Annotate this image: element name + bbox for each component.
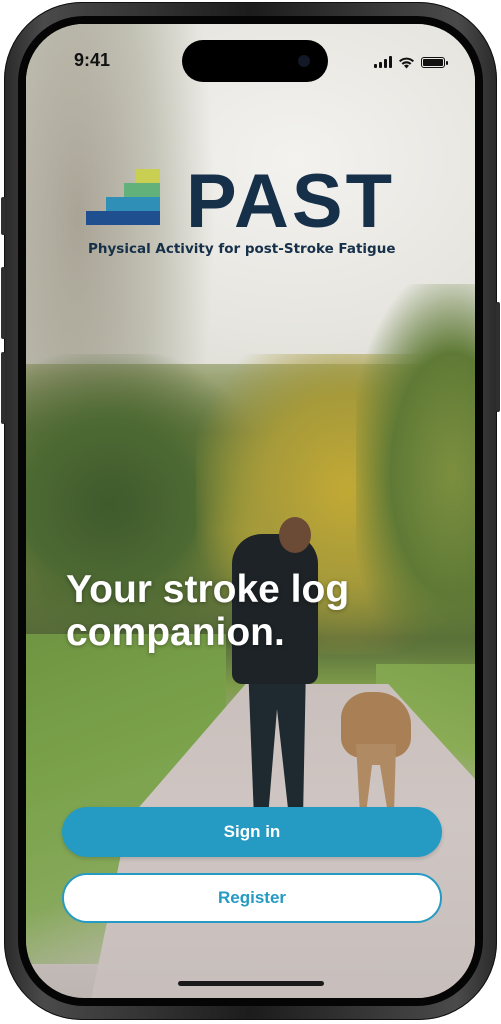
- home-indicator[interactable]: [178, 981, 324, 986]
- status-icons: [374, 54, 448, 70]
- logo-bars-icon: [86, 169, 160, 225]
- status-time: 9:41: [74, 50, 111, 70]
- background-person-head: [279, 517, 311, 553]
- phone-frame: 9:41 PAST Physical Activity for post-Str…: [1, 2, 500, 1020]
- screen-bezel: 9:41 PAST Physical Activity for post-Str…: [18, 16, 483, 1006]
- volume-up-button: [1, 267, 5, 339]
- battery-icon: [421, 56, 448, 68]
- front-camera-icon: [298, 55, 310, 67]
- app-screen: 9:41 PAST Physical Activity for post-Str…: [26, 24, 475, 998]
- wifi-icon: [399, 57, 414, 68]
- past-logo: PAST Physical Activity for post-Stroke F…: [86, 164, 416, 264]
- register-button[interactable]: Register: [62, 873, 442, 923]
- hero-headline: Your stroke log companion.: [66, 568, 350, 654]
- logo-wordmark: PAST: [186, 159, 396, 244]
- action-button: [1, 197, 5, 235]
- cellular-signal-icon: [374, 56, 392, 68]
- power-button: [496, 302, 500, 412]
- logo-tagline: Physical Activity for post-Stroke Fatigu…: [88, 241, 396, 257]
- sign-in-button[interactable]: Sign in: [62, 807, 442, 857]
- volume-down-button: [1, 352, 5, 424]
- dynamic-island: [182, 40, 328, 82]
